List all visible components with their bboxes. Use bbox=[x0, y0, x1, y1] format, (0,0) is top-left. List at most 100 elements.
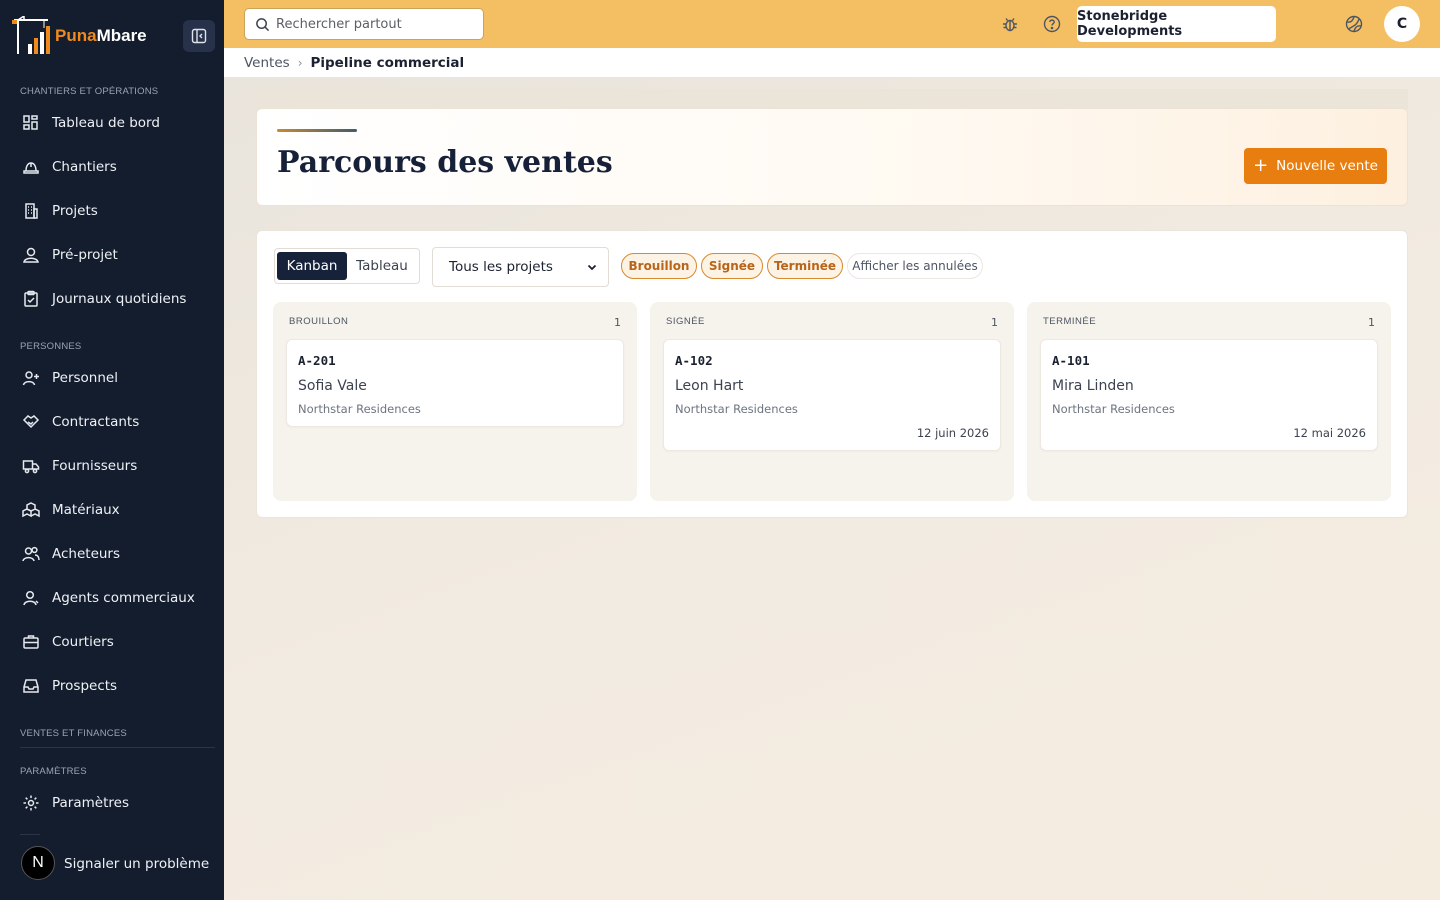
new-sale-label: Nouvelle vente bbox=[1276, 158, 1378, 174]
breadcrumb: Ventes › Pipeline commercial bbox=[224, 48, 1440, 77]
filter-chip-signee[interactable]: Signée bbox=[701, 253, 763, 279]
sidebar-item-agents[interactable]: Agents commerciaux bbox=[20, 580, 216, 616]
sale-card[interactable]: A-102 Leon Hart Northstar Residences 12 … bbox=[663, 339, 1001, 451]
page-title: Parcours des ventes bbox=[277, 145, 613, 180]
sidebar-item-parametres[interactable]: Paramètres bbox=[20, 785, 216, 821]
boxes-icon bbox=[20, 499, 42, 521]
bug-icon bbox=[1003, 18, 1017, 32]
project-filter-select[interactable]: Tous les projets bbox=[432, 247, 609, 287]
gear-icon bbox=[20, 792, 42, 814]
column-title: TERMINÉE bbox=[1043, 316, 1097, 327]
sidebar-item-label: Signaler un problème bbox=[64, 856, 210, 872]
chevron-right-icon: › bbox=[297, 55, 303, 70]
sale-code: A-101 bbox=[1052, 353, 1090, 368]
filter-chip-brouillon[interactable]: Brouillon bbox=[621, 253, 697, 279]
project-name: Northstar Residences bbox=[1052, 402, 1175, 416]
sidebar-item-label: Chantiers bbox=[52, 159, 117, 175]
global-search[interactable] bbox=[244, 8, 484, 40]
search-icon bbox=[256, 17, 270, 31]
sidebar-item-label: Prospects bbox=[52, 678, 118, 694]
crane-logo-icon bbox=[8, 14, 52, 56]
sale-card[interactable]: A-201 Sofia Vale Northstar Residences bbox=[286, 339, 624, 427]
user-plus-icon bbox=[20, 367, 42, 389]
buyer-name: Sofia Vale bbox=[298, 378, 367, 394]
sidebar-item-label: Fournisseurs bbox=[52, 458, 138, 474]
sales-board: Kanban Tableau Tous les projets Brouillo… bbox=[256, 230, 1408, 518]
show-cancelled-toggle[interactable]: Afficher les annulées bbox=[847, 253, 983, 279]
sidebar-item-label: Courtiers bbox=[52, 634, 114, 650]
building-icon bbox=[20, 200, 42, 222]
bug-report-button[interactable] bbox=[998, 12, 1022, 36]
search-input[interactable] bbox=[276, 16, 476, 32]
handshake-icon bbox=[20, 411, 42, 433]
sidebar-divider bbox=[20, 747, 215, 748]
sidebar-item-report-issue[interactable]: Signaler un problème bbox=[32, 846, 228, 882]
sidebar-item-projets[interactable]: Projets bbox=[20, 193, 216, 229]
briefcase-icon bbox=[20, 631, 42, 653]
top-bar: Stonebridge Developments C bbox=[224, 0, 1440, 48]
sidebar-item-pre-projet[interactable]: Pré-projet bbox=[20, 237, 216, 273]
view-kanban-button[interactable]: Kanban bbox=[277, 252, 347, 280]
sidebar-item-acheteurs[interactable]: Acheteurs bbox=[20, 536, 216, 572]
project-name: Northstar Residences bbox=[298, 402, 421, 416]
dashboard-grid-icon bbox=[20, 112, 42, 134]
app-logo[interactable]: PunaMbare bbox=[8, 14, 147, 56]
kanban-column-terminee: TERMINÉE 1 A-101 Mira Linden Northstar R… bbox=[1027, 302, 1391, 501]
user-pin-icon bbox=[20, 244, 42, 266]
globe-icon bbox=[1345, 15, 1363, 33]
column-count: 1 bbox=[614, 316, 621, 329]
sidebar-collapse-icon bbox=[191, 28, 207, 44]
sidebar-item-label: Contractants bbox=[52, 414, 140, 430]
column-count: 1 bbox=[991, 316, 998, 329]
sidebar-item-label: Pré-projet bbox=[52, 247, 118, 263]
nextjs-badge[interactable]: N bbox=[21, 846, 55, 880]
sidebar-divider bbox=[20, 834, 40, 835]
sidebar-item-label: Agents commerciaux bbox=[52, 590, 195, 606]
sidebar-item-label: Personnel bbox=[52, 370, 118, 386]
sale-card[interactable]: A-101 Mira Linden Northstar Residences 1… bbox=[1040, 339, 1378, 451]
breadcrumb-current: Pipeline commercial bbox=[310, 54, 465, 71]
sidebar-item-materiaux[interactable]: Matériaux bbox=[20, 492, 216, 528]
section-label-settings: PARAMÈTRES bbox=[20, 766, 87, 777]
column-count: 1 bbox=[1368, 316, 1375, 329]
sidebar-item-fournisseurs[interactable]: Fournisseurs bbox=[20, 448, 216, 484]
sidebar-item-dashboard[interactable]: Tableau de bord bbox=[20, 105, 216, 141]
theme-toggle-button[interactable] bbox=[1342, 12, 1366, 36]
help-button[interactable] bbox=[1040, 12, 1064, 36]
sidebar-item-label: Acheteurs bbox=[52, 546, 121, 562]
sidebar-item-label: Tableau de bord bbox=[52, 115, 160, 131]
sale-date: 12 mai 2026 bbox=[1293, 426, 1366, 440]
plus-icon: + bbox=[1253, 155, 1269, 176]
sidebar-item-prospects[interactable]: Prospects bbox=[20, 668, 216, 704]
hard-hat-icon bbox=[20, 156, 42, 178]
sidebar-item-personnel[interactable]: Personnel bbox=[20, 360, 216, 396]
truck-icon bbox=[20, 455, 42, 477]
kanban-column-signee: SIGNÉE 1 A-102 Leon Hart Northstar Resid… bbox=[650, 302, 1014, 501]
chevron-down-icon bbox=[587, 264, 597, 271]
app-name: PunaMbare bbox=[55, 26, 147, 45]
section-label-operations: CHANTIERS ET OPÉRATIONS bbox=[20, 86, 159, 97]
section-label-people: PERSONNES bbox=[20, 341, 82, 352]
user-icon bbox=[20, 587, 42, 609]
filter-chip-terminee[interactable]: Terminée bbox=[767, 253, 843, 279]
hero-accent-line bbox=[277, 129, 357, 132]
sale-code: A-102 bbox=[675, 353, 713, 368]
sidebar: PunaMbare CHANTIERS ET OPÉRATIONS Tablea… bbox=[0, 0, 224, 900]
sidebar-item-contractants[interactable]: Contractants bbox=[20, 404, 216, 440]
column-title: SIGNÉE bbox=[666, 316, 705, 327]
sidebar-item-chantiers[interactable]: Chantiers bbox=[20, 149, 216, 185]
collapse-sidebar-button[interactable] bbox=[183, 20, 215, 52]
breadcrumb-ventes[interactable]: Ventes bbox=[244, 55, 290, 71]
buyer-name: Mira Linden bbox=[1052, 378, 1134, 394]
help-circle-icon bbox=[1043, 15, 1061, 33]
user-avatar[interactable]: C bbox=[1384, 6, 1420, 42]
view-table-button[interactable]: Tableau bbox=[347, 252, 417, 280]
sidebar-item-journaux[interactable]: Journaux quotidiens bbox=[20, 281, 216, 317]
sidebar-item-courtiers[interactable]: Courtiers bbox=[20, 624, 216, 660]
inbox-icon bbox=[20, 675, 42, 697]
company-switcher[interactable]: Stonebridge Developments bbox=[1077, 6, 1276, 42]
column-title: BROUILLON bbox=[289, 316, 349, 327]
sidebar-item-label: Projets bbox=[52, 203, 98, 219]
sidebar-item-label: Paramètres bbox=[52, 795, 129, 811]
new-sale-button[interactable]: + Nouvelle vente bbox=[1244, 148, 1387, 184]
